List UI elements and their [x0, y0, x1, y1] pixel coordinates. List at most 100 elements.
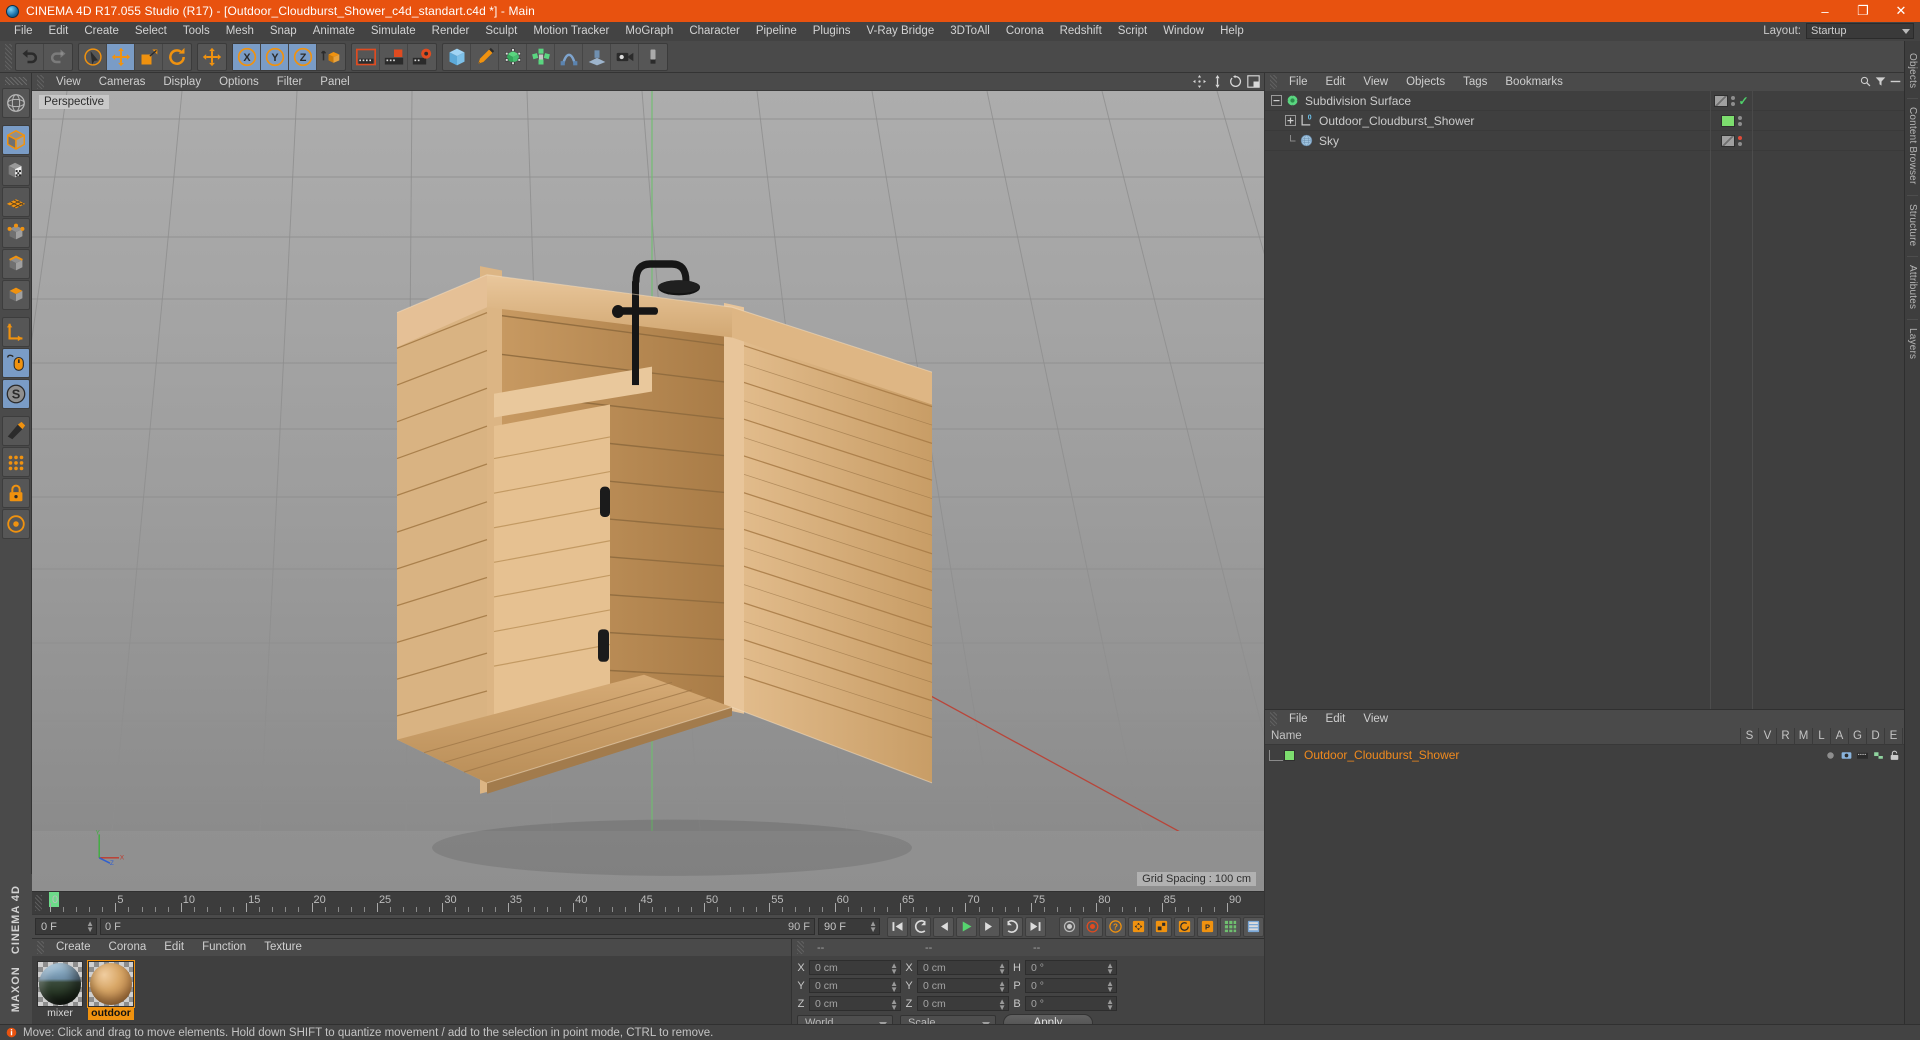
menu-item-mesh[interactable]: Mesh [218, 22, 262, 41]
add-array-button[interactable] [527, 43, 555, 70]
undo-button[interactable] [16, 43, 44, 70]
spinner-icon[interactable]: ▲ ▼ [890, 998, 898, 1012]
pos-x-input[interactable]: 0 cm ▲ ▼ [809, 960, 901, 976]
material-icon[interactable] [1872, 749, 1885, 762]
attr-column-g[interactable]: G [1848, 727, 1866, 745]
attr-column-r[interactable]: R [1776, 727, 1794, 745]
attr-column-v[interactable]: V [1758, 727, 1776, 745]
visibility-dots[interactable] [1738, 116, 1742, 126]
left-palette-grip[interactable] [4, 77, 27, 85]
add-deformer-button[interactable] [555, 43, 583, 70]
menu-item-view[interactable]: View [1354, 710, 1397, 728]
menu-item-function[interactable]: Function [193, 939, 255, 956]
attribute-grip[interactable] [1270, 712, 1277, 726]
current-frame-input[interactable]: 0 F ▲ ▼ [35, 918, 97, 935]
add-cube-button[interactable] [443, 43, 471, 70]
menu-item-cameras[interactable]: Cameras [90, 73, 155, 91]
live-selection-tool[interactable] [79, 43, 107, 70]
visibility-dots[interactable] [1731, 96, 1736, 106]
menu-item-edit[interactable]: Edit [1317, 73, 1355, 91]
menu-item-tags[interactable]: Tags [1454, 73, 1496, 91]
axis-y-lock[interactable]: Y [261, 43, 289, 70]
menu-item-select[interactable]: Select [127, 22, 175, 41]
spinner-icon[interactable]: ▲ ▼ [1106, 962, 1114, 976]
workplane-mode[interactable] [1, 187, 30, 217]
spinner-icon[interactable]: ▲ ▼ [890, 962, 898, 976]
visible-eye-icon[interactable] [1840, 749, 1853, 762]
material-item[interactable]: outdoor [87, 960, 135, 1020]
menu-item-view[interactable]: View [47, 73, 90, 91]
scale-key-button[interactable] [1151, 916, 1172, 937]
menu-item-snap[interactable]: Snap [262, 22, 305, 41]
move-dynamic-tool[interactable] [198, 44, 226, 70]
object-row[interactable]: Subdivision Surface ✓ [1265, 91, 1920, 111]
object-axis-tool[interactable] [1, 317, 30, 347]
render-visibility-dot[interactable] [1738, 142, 1742, 146]
menu-item-view[interactable]: View [1354, 73, 1397, 91]
viewport-maximize-icon[interactable] [1247, 75, 1260, 88]
object-tag-area[interactable] [1752, 111, 1920, 131]
render-visibility-dot[interactable] [1731, 102, 1736, 106]
viewport-dolly-icon[interactable] [1211, 75, 1224, 88]
editor-visibility-dot[interactable] [1738, 116, 1742, 120]
scale-tool[interactable] [135, 43, 163, 70]
solo-dot-icon[interactable] [1824, 749, 1837, 762]
menu-item-animate[interactable]: Animate [305, 22, 363, 41]
menu-item-bookmarks[interactable]: Bookmarks [1496, 73, 1572, 91]
timeline-range-scrollbar[interactable]: 0 F 90 F [100, 918, 815, 935]
size-y-input[interactable]: 0 cm ▲ ▼ [917, 978, 1009, 994]
rot-p-input[interactable]: 0 ° ▲ ▼ [1025, 978, 1117, 994]
menu-item-plugins[interactable]: Plugins [805, 22, 859, 41]
render-camera-icon[interactable] [1856, 749, 1869, 762]
model-mode[interactable] [1, 125, 30, 155]
modeling-axis-tool[interactable] [1, 447, 30, 477]
menu-item-corona[interactable]: Corona [100, 939, 156, 956]
maximize-button[interactable]: ❐ [1844, 0, 1882, 22]
timeline-ruler[interactable]: 0 5 10 15 20 25 30 35 40 45 50 55 60 65 70 75 80 85 90 [32, 892, 1264, 914]
move-tool[interactable] [107, 43, 135, 70]
object-tag-slot[interactable]: ✓ [1710, 91, 1752, 111]
object-manager-grip[interactable] [1270, 75, 1277, 89]
add-spline-button[interactable] [471, 43, 499, 70]
spinner-icon[interactable]: ▲ ▼ [998, 998, 1006, 1012]
spinner-icon[interactable]: ▲ ▼ [869, 920, 877, 934]
rot-h-input[interactable]: 0 ° ▲ ▼ [1025, 960, 1117, 976]
menu-item-options[interactable]: Options [210, 73, 268, 91]
menu-item-panel[interactable]: Panel [311, 73, 358, 91]
spinner-icon[interactable]: ▲ ▼ [998, 980, 1006, 994]
vertical-tab-structure[interactable]: Structure [1907, 194, 1918, 252]
rotate-tool[interactable] [163, 44, 191, 70]
editor-visibility-dot[interactable] [1738, 136, 1742, 140]
polygon-mode[interactable] [1, 280, 30, 310]
render-view-button[interactable] [352, 43, 380, 70]
menu-item-mograph[interactable]: MoGraph [617, 22, 681, 41]
attr-column-l[interactable]: L [1812, 727, 1830, 745]
menu-item-edit[interactable]: Edit [1317, 710, 1355, 728]
size-z-input[interactable]: 0 cm ▲ ▼ [917, 996, 1009, 1012]
menu-item-texture[interactable]: Texture [255, 939, 311, 956]
object-tree[interactable]: Subdivision Surface ✓ 0 Outdoor_Cloudburst_… [1265, 91, 1920, 709]
max-frame-input[interactable]: 90 F ▲ ▼ [818, 918, 880, 935]
spinner-icon[interactable]: ▲ ▼ [890, 980, 898, 994]
object-tag-area[interactable] [1752, 91, 1920, 111]
material-thumbnail[interactable] [87, 960, 135, 1008]
rot-b-input[interactable]: 0 ° ▲ ▼ [1025, 996, 1117, 1012]
layout-select[interactable]: Startup [1806, 23, 1914, 39]
attr-column-s[interactable]: S [1740, 727, 1758, 745]
render-visibility-dot[interactable] [1738, 122, 1742, 126]
attribute-rows[interactable]: Outdoor_Cloudburst_Shower [1265, 745, 1920, 1040]
menu-item-edit[interactable]: Edit [155, 939, 193, 956]
param-key-button[interactable]: P [1197, 916, 1218, 937]
om-search-icon[interactable] [1860, 76, 1871, 87]
attr-column-e[interactable]: E [1884, 727, 1902, 745]
vertical-tab-content-browser[interactable]: Content Browser [1907, 98, 1918, 190]
menu-item-display[interactable]: Display [154, 73, 210, 91]
render-settings-button[interactable] [408, 44, 436, 70]
model-outdoor-cloudburst-shower[interactable] [32, 91, 1264, 891]
axis-x-lock[interactable]: X [233, 43, 261, 70]
rotation-key-button[interactable] [1174, 916, 1195, 937]
enable-snap-tool[interactable] [1, 348, 30, 378]
record-active-objects-button[interactable] [1059, 916, 1080, 937]
menu-item-render[interactable]: Render [424, 22, 478, 41]
add-light-button[interactable] [639, 44, 667, 70]
